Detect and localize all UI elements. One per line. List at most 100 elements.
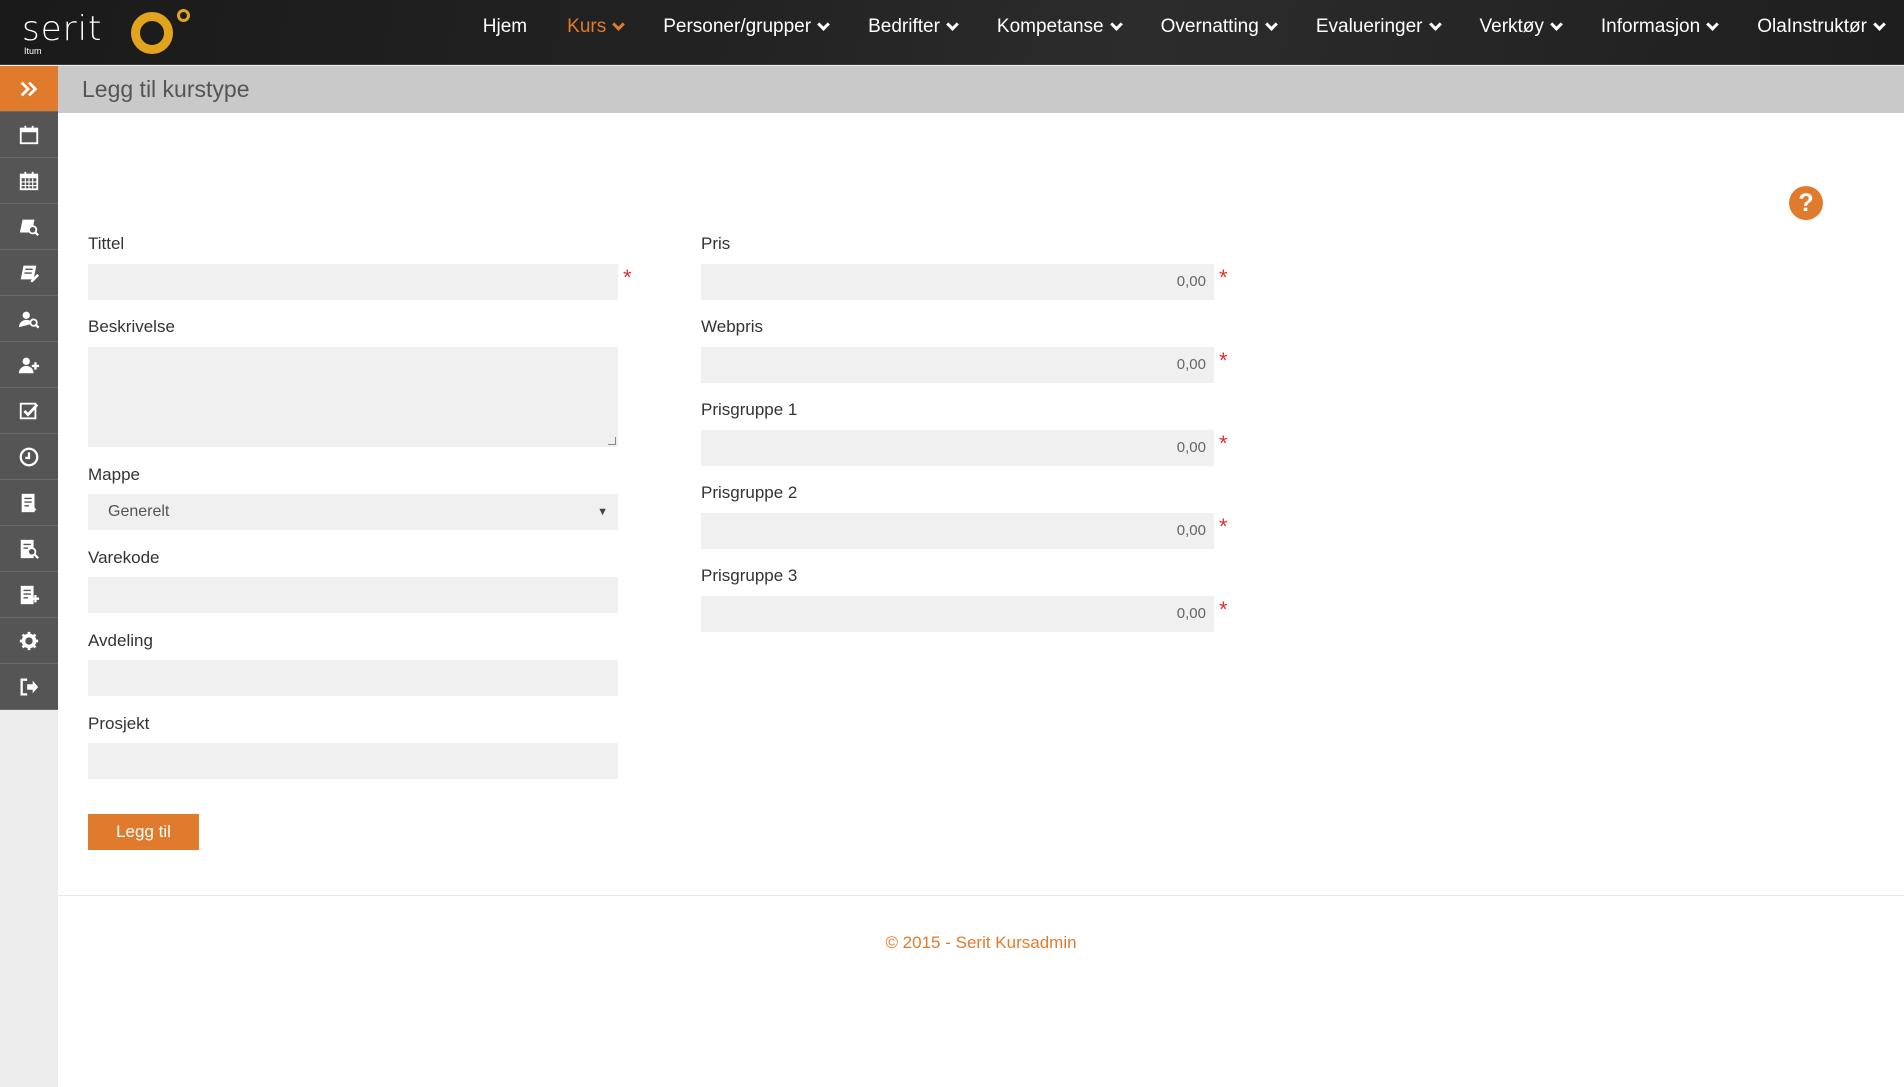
prisgruppe2-label: Prisgruppe 2	[701, 483, 798, 502]
footer-copyright: © 2015 - Serit Kursadmin	[885, 933, 1077, 952]
logo-subtitle: Itum	[24, 46, 42, 56]
varekode-input[interactable]	[88, 577, 618, 613]
sidebar-item-history[interactable]	[0, 434, 58, 480]
footer: © 2015 - Serit Kursadmin	[58, 896, 1904, 1087]
prisgruppe1-input[interactable]: 0,00	[701, 430, 1214, 466]
nav-item-overnatting[interactable]: Overnatting	[1141, 16, 1296, 38]
avdeling-label: Avdeling	[88, 631, 153, 650]
sidebar-item-report[interactable]	[0, 480, 58, 526]
required-marker: *	[1219, 597, 1228, 622]
prisgruppe3-input[interactable]: 0,00	[701, 596, 1214, 632]
prisgruppe2-input[interactable]: 0,00	[701, 513, 1214, 549]
calendar-icon	[19, 125, 39, 144]
prisgruppe3-label: Prisgruppe 3	[701, 566, 798, 585]
nav-item-informasjon[interactable]: Informasjon	[1581, 16, 1737, 38]
logo-ring-icon	[131, 12, 173, 54]
required-marker: *	[623, 265, 632, 290]
pris-input[interactable]: 0,00	[701, 264, 1214, 300]
nav-label: Kurs	[567, 16, 607, 37]
report-icon	[21, 493, 37, 512]
chevron-down-icon	[946, 17, 959, 31]
resize-handle-icon[interactable]	[608, 437, 616, 445]
tittel-label: Tittel	[88, 234, 125, 253]
required-marker: *	[1219, 514, 1228, 539]
pris-label: Pris	[701, 234, 731, 253]
logout-icon	[20, 678, 39, 695]
sidebar-item-report-add[interactable]	[0, 572, 58, 618]
sidebar-item-person-search[interactable]	[0, 296, 58, 342]
logo-text: serit	[22, 9, 103, 49]
serit-logo[interactable]: serit Itum	[22, 8, 192, 58]
expand-icon	[20, 81, 38, 96]
tittel-input[interactable]	[88, 264, 618, 300]
nav-item-user[interactable]: OlaInstruktør	[1737, 16, 1904, 38]
checkbox-icon	[19, 402, 39, 419]
nav-label: Hjem	[482, 16, 528, 37]
add-user-icon	[18, 357, 40, 373]
course-search-icon	[19, 219, 39, 236]
nav-item-personer-grupper[interactable]: Personer/grupper	[643, 16, 848, 38]
required-marker: *	[1219, 265, 1228, 290]
nav-item-bedrifter[interactable]: Bedrifter	[848, 16, 977, 38]
nav-item-evalueringer[interactable]: Evalueringer	[1296, 16, 1460, 38]
nav-item-verktoy[interactable]: Verktøy	[1460, 16, 1581, 38]
main-nav: Hjem Kurs Personer/grupper Bedrifter Kom…	[463, 0, 1904, 54]
beskrivelse-label: Beskrivelse	[88, 317, 175, 336]
gear-icon	[19, 631, 39, 650]
varekode-label: Varekode	[88, 548, 160, 567]
chevron-down-icon	[1706, 17, 1720, 31]
calendar-grid-icon	[19, 171, 39, 190]
required-marker: *	[1219, 348, 1228, 373]
chevron-down-icon	[1264, 17, 1278, 31]
prosjekt-input[interactable]	[88, 743, 618, 779]
webpris-input[interactable]: 0,00	[701, 347, 1214, 383]
logo-dot-icon	[177, 9, 190, 22]
clock-icon	[19, 447, 39, 466]
dropdown-arrow-icon: ▼	[597, 506, 608, 518]
page-header: Legg til kurstype	[58, 66, 1904, 113]
nav-label: Informasjon	[1600, 16, 1701, 37]
sidebar-item-course-edit[interactable]	[0, 250, 58, 296]
sidebar-item-logout[interactable]	[0, 664, 58, 710]
webpris-label: Webpris	[701, 317, 764, 336]
sidebar-item-settings[interactable]	[0, 618, 58, 664]
sidebar-item-add-user[interactable]	[0, 342, 58, 388]
mappe-selected-value: Generelt	[108, 503, 170, 520]
mappe-select[interactable]: Generelt ▼	[88, 494, 618, 530]
nav-item-kompetanse[interactable]: Kompetanse	[977, 16, 1141, 38]
person-search-icon	[18, 311, 40, 329]
sidebar	[0, 66, 58, 710]
main-content: ? Tittel * Beskrivelse Mappe Generelt ▼ …	[58, 113, 1904, 1087]
help-icon[interactable]: ?	[1789, 186, 1823, 220]
required-marker: *	[1219, 431, 1228, 456]
nav-label: Verktøy	[1479, 16, 1544, 37]
prosjekt-label: Prosjekt	[88, 714, 150, 733]
nav-label: Personer/grupper	[663, 16, 812, 37]
course-edit-icon	[20, 265, 40, 282]
chevron-down-icon	[817, 17, 830, 31]
nav-item-hjem[interactable]: Hjem	[463, 16, 547, 38]
nav-label: Evalueringer	[1315, 16, 1423, 37]
sidebar-item-course-search[interactable]	[0, 204, 58, 250]
mappe-label: Mappe	[88, 465, 140, 484]
sidebar-item-calendar[interactable]	[0, 112, 58, 158]
report-add-icon	[20, 585, 40, 604]
chevron-down-icon	[1428, 17, 1442, 31]
chevron-down-icon	[1550, 17, 1563, 31]
sidebar-toggle-button[interactable]	[0, 66, 58, 112]
nav-label: Kompetanse	[996, 16, 1104, 37]
sidebar-item-report-search[interactable]	[0, 526, 58, 572]
beskrivelse-textarea[interactable]	[88, 347, 618, 447]
sidebar-item-evaluation[interactable]	[0, 388, 58, 434]
nav-label: OlaInstruktør	[1757, 16, 1867, 37]
chevron-down-icon	[1109, 17, 1123, 31]
top-navbar: serit Itum Hjem Kurs Personer/grupper Be…	[0, 0, 1904, 65]
sidebar-item-calendar-grid[interactable]	[0, 158, 58, 204]
nav-label: Overnatting	[1160, 16, 1259, 37]
page-title: Legg til kurstype	[82, 76, 250, 102]
nav-item-kurs[interactable]: Kurs	[547, 16, 643, 38]
nav-label: Bedrifter	[868, 16, 940, 37]
legg-til-button[interactable]: Legg til	[88, 814, 199, 850]
avdeling-input[interactable]	[88, 660, 618, 696]
report-search-icon	[20, 539, 39, 559]
